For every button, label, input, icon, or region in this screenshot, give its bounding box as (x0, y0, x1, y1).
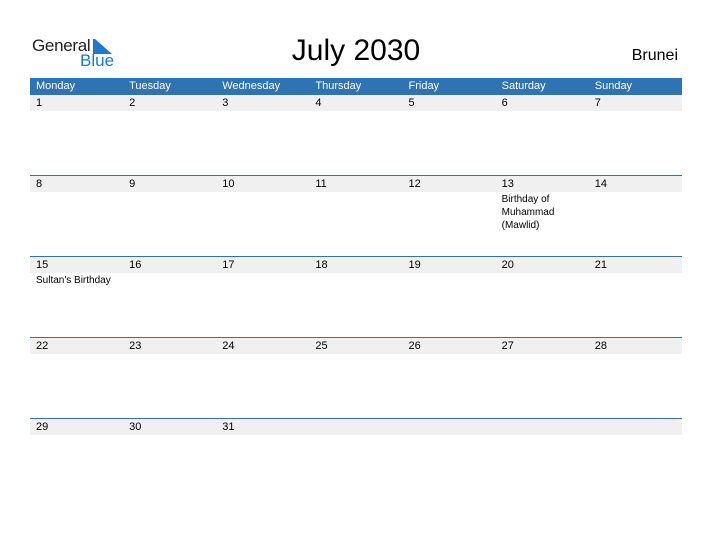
day-number-row: 15 16 17 18 19 20 21 (30, 257, 682, 273)
day-number: 4 (315, 97, 322, 109)
day-number: 14 (594, 178, 607, 190)
day-number: 23 (129, 340, 142, 352)
week-row: 15 16 17 18 19 20 21 Sultan's Birthday (30, 256, 682, 337)
day-number: 6 (501, 97, 508, 109)
day-number: 31 (222, 421, 235, 433)
day-event: Birthday of Muhammad (Mawlid) (501, 194, 555, 231)
day-event (123, 192, 216, 256)
day-event (123, 273, 216, 337)
day-event (496, 273, 589, 337)
weekday-tuesday: Tuesday (129, 80, 171, 92)
day-number-row: 22 23 24 25 26 27 28 (30, 338, 682, 354)
day-event (403, 273, 496, 337)
day-event (309, 192, 402, 256)
day-number (589, 419, 682, 435)
event-row: Sultan's Birthday (30, 273, 682, 337)
day-number: 22 (36, 340, 49, 352)
day-event (216, 273, 309, 337)
day-number: 25 (315, 340, 328, 352)
day-event (216, 111, 309, 175)
day-event (403, 354, 496, 418)
day-event (589, 273, 682, 337)
event-row: Birthday of Muhammad (Mawlid) (30, 192, 682, 256)
weekday-header: Monday Tuesday Wednesday Thursday Friday… (30, 78, 682, 95)
day-number: 8 (36, 178, 43, 190)
day-event (403, 192, 496, 256)
day-number: 16 (129, 259, 142, 271)
day-number: 21 (594, 259, 607, 271)
day-number (496, 419, 589, 435)
day-event: Sultan's Birthday (36, 275, 111, 286)
week-row: 8 9 10 11 12 13 14 Birthday of Muhammad (Mawlid… (30, 175, 682, 256)
weekday-friday: Friday (408, 80, 440, 92)
day-event (30, 435, 123, 436)
day-number: 9 (129, 178, 136, 190)
day-event (216, 192, 309, 256)
weekday-saturday: Saturday (501, 80, 546, 92)
day-event (589, 192, 682, 256)
day-event (496, 111, 589, 175)
day-event (216, 354, 309, 418)
day-event (123, 435, 216, 436)
day-event (589, 354, 682, 418)
day-number: 20 (501, 259, 514, 271)
day-number: 2 (129, 97, 136, 109)
day-event (123, 111, 216, 175)
day-event (403, 111, 496, 175)
weekday-sunday: Sunday (594, 80, 633, 92)
day-event (309, 111, 402, 175)
day-number (309, 419, 402, 435)
day-number: 10 (222, 178, 235, 190)
week-row: 1 2 3 4 5 6 7 (30, 95, 682, 175)
calendar-grid: Monday Tuesday Wednesday Thursday Friday… (30, 78, 682, 435)
day-event (496, 354, 589, 418)
day-number: 17 (222, 259, 235, 271)
day-event (309, 354, 402, 418)
page-title: July 2030 (291, 34, 421, 67)
day-number: 29 (36, 421, 49, 433)
day-number: 5 (408, 97, 415, 109)
event-row (30, 111, 682, 175)
day-event (30, 111, 123, 175)
day-number: 30 (129, 421, 142, 433)
day-number: 12 (408, 178, 421, 190)
country-label: Brunei (631, 47, 678, 64)
day-number: 18 (315, 259, 328, 271)
day-event (309, 273, 402, 337)
day-event (496, 435, 589, 436)
day-number: 13 (501, 178, 514, 190)
day-number: 7 (594, 97, 601, 109)
day-number-row: 1 2 3 4 5 6 7 (30, 95, 682, 111)
day-number: 24 (222, 340, 235, 352)
day-number: 1 (36, 97, 43, 109)
day-number: 27 (501, 340, 514, 352)
day-event (216, 435, 309, 436)
weekday-thursday: Thursday (315, 80, 362, 92)
week-row: 29 30 31 (30, 418, 682, 435)
day-number: 15 (36, 259, 49, 271)
weekday-wednesday: Wednesday (222, 80, 281, 92)
day-number: 11 (315, 178, 327, 190)
day-number: 3 (222, 97, 229, 109)
day-event (123, 354, 216, 418)
day-number-row: 29 30 31 (30, 419, 682, 435)
day-number: 26 (408, 340, 421, 352)
day-event (589, 111, 682, 175)
day-number: 19 (408, 259, 421, 271)
day-event (309, 435, 402, 436)
day-number-row: 8 9 10 11 12 13 14 (30, 176, 682, 192)
week-row: 22 23 24 25 26 27 28 (30, 337, 682, 418)
event-row (30, 354, 682, 418)
day-event (589, 435, 682, 436)
day-event (30, 354, 123, 418)
day-number (403, 419, 496, 435)
day-number: 28 (594, 340, 607, 352)
day-event (403, 435, 496, 436)
day-event (30, 192, 123, 256)
weekday-monday: Monday (36, 80, 76, 92)
